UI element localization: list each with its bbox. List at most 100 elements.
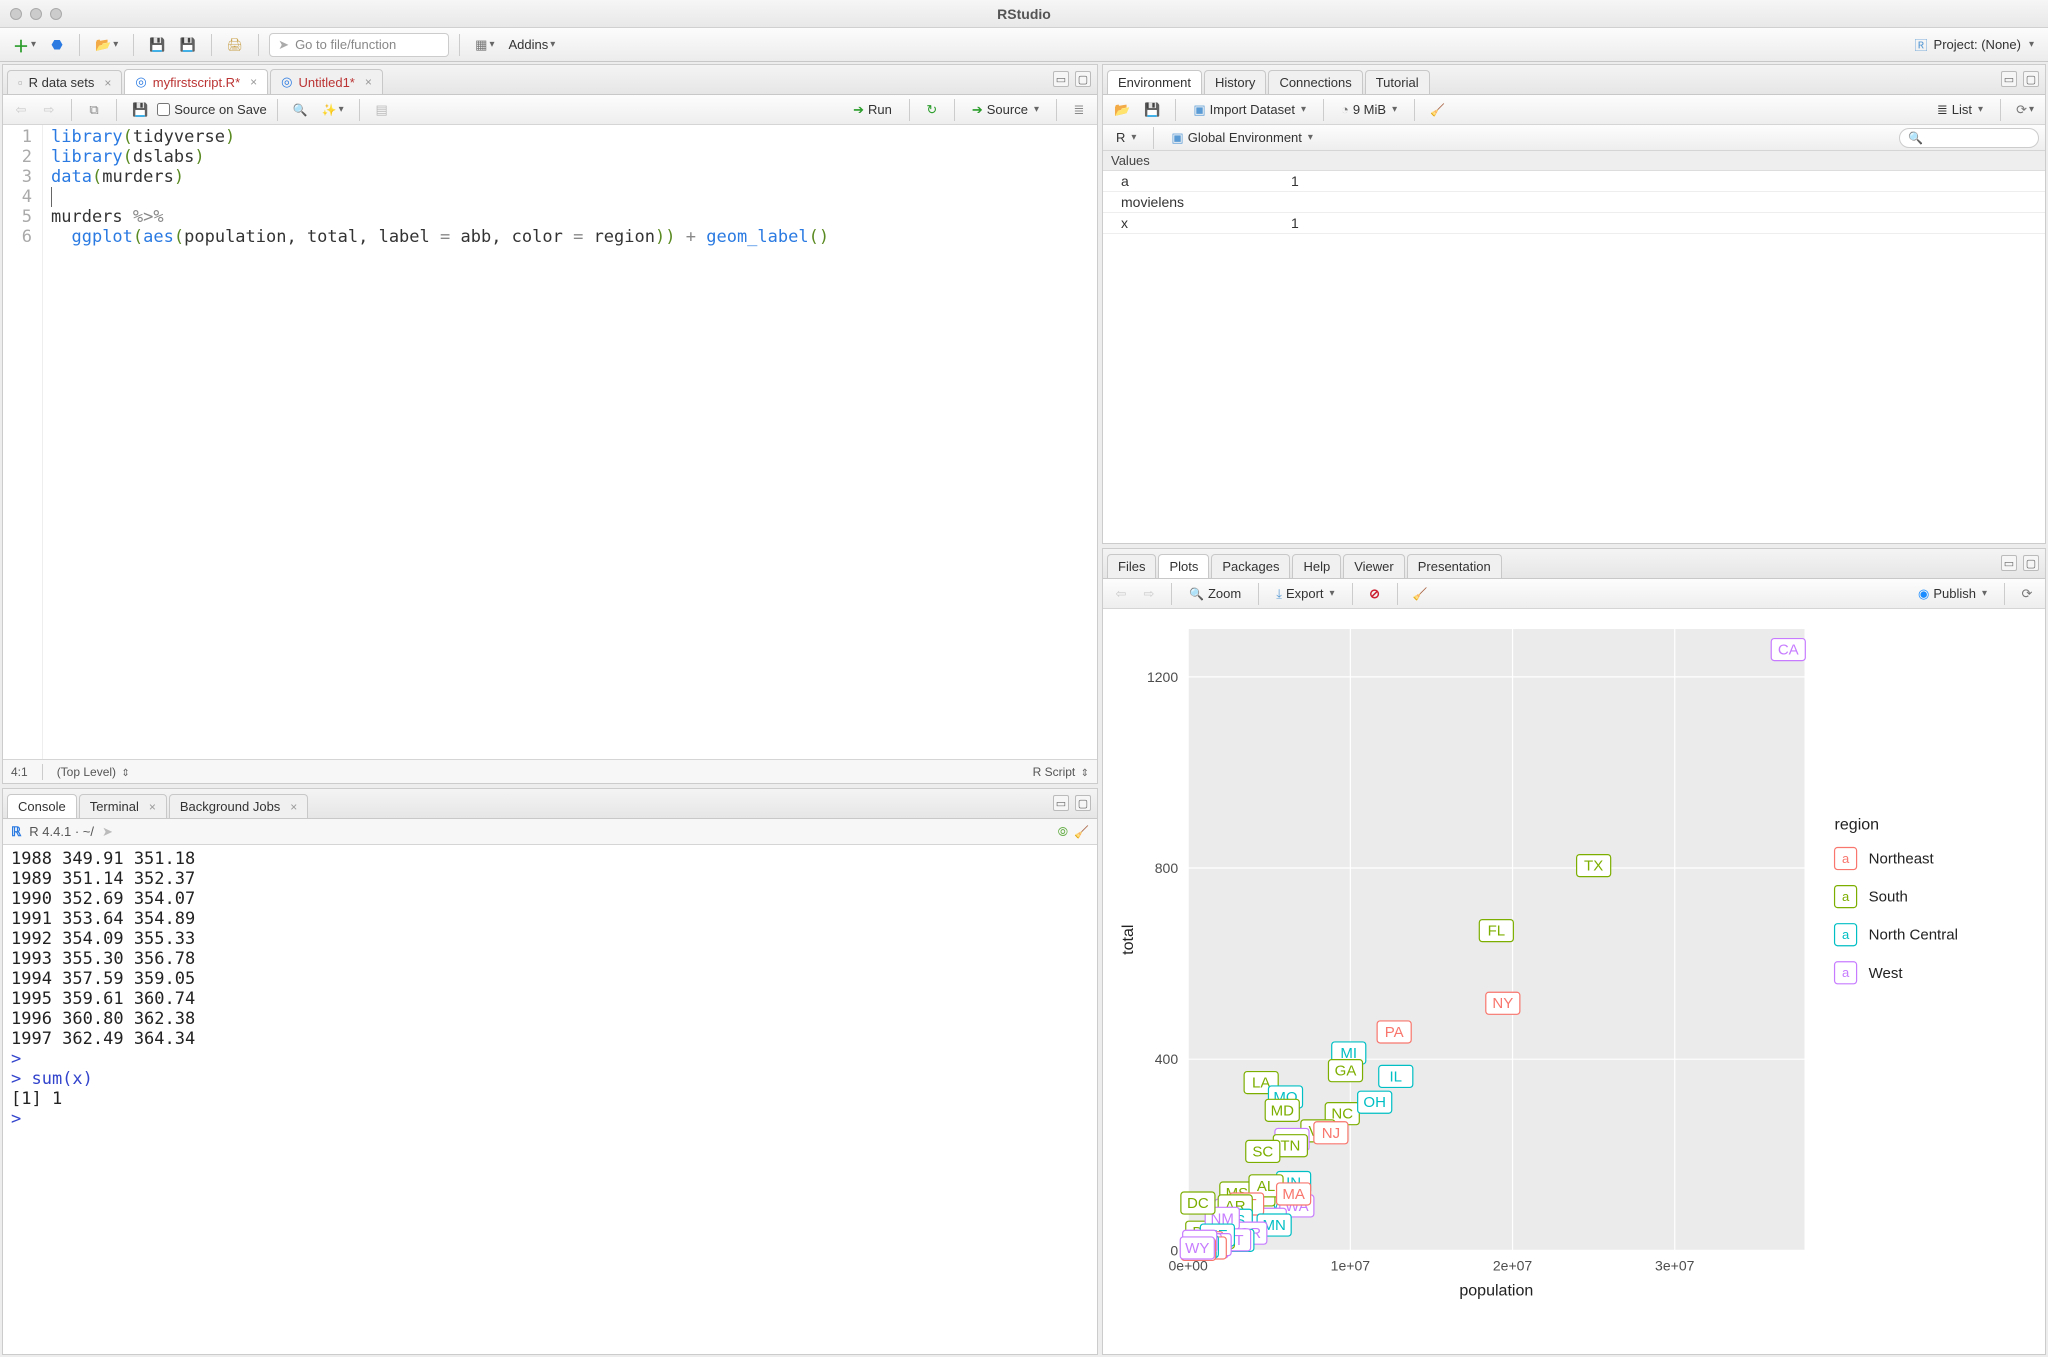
save-button[interactable]: 💾 [144, 33, 170, 57]
env-scope-picker[interactable]: Global Environment▾ [1164, 127, 1320, 149]
goto-file-input[interactable]: ➤ Go to file/function [269, 33, 449, 57]
env-row[interactable]: x1 [1103, 213, 2045, 234]
env-toolbar: 📂 💾 Import Dataset▾ 9 MiB▾ ≣ List▾ ▾ [1103, 95, 2045, 125]
maximize-plots-icon[interactable]: ▢ [2023, 555, 2039, 571]
minimize-console-icon[interactable]: ▭ [1053, 795, 1069, 811]
svg-text:400: 400 [1155, 1051, 1179, 1067]
project-label: Project: (None) [1934, 37, 2021, 52]
project-picker[interactable]: 🅁 Project: (None) ▾ [1909, 33, 2040, 56]
find-button[interactable] [288, 98, 313, 122]
source-tab[interactable]: ▫ R data sets× [7, 70, 122, 94]
rerun-button[interactable]: ↻ [920, 98, 944, 122]
env-tabs: EnvironmentHistoryConnectionsTutorial ▭ … [1103, 65, 2045, 95]
plots-tab[interactable]: Help [1292, 554, 1341, 578]
env-section-header: Values [1103, 151, 2045, 171]
svg-text:population: population [1459, 1281, 1533, 1299]
svg-text:North Central: North Central [1869, 927, 1958, 944]
addins-button[interactable]: Addins▾ [503, 33, 560, 57]
env-table: a1movielensx1 [1103, 171, 2045, 543]
memory-usage[interactable]: 9 MiB▾ [1334, 99, 1404, 120]
window-title: RStudio [0, 6, 2048, 22]
plot-canvas: 0e+001e+072e+073e+0704008001200populatio… [1103, 609, 2045, 1354]
plots-tab[interactable]: Files [1107, 554, 1156, 578]
plots-tab[interactable]: Viewer [1343, 554, 1405, 578]
console-tab[interactable]: Terminal× [79, 794, 167, 818]
save-source-button[interactable]: 💾 [127, 98, 153, 122]
console-version: R 4.4.1 · ~/ [29, 824, 94, 839]
scope-picker[interactable]: (Top Level) ⇕ [57, 765, 130, 779]
env-tab[interactable]: Connections [1268, 70, 1362, 94]
plots-tab[interactable]: Packages [1211, 554, 1290, 578]
minimize-plots-icon[interactable]: ▭ [2001, 555, 2017, 571]
plots-tab[interactable]: Presentation [1407, 554, 1502, 578]
svg-text:2e+07: 2e+07 [1493, 1257, 1533, 1273]
env-tab[interactable]: History [1204, 70, 1266, 94]
env-language-picker[interactable]: R▾ [1109, 127, 1143, 148]
back-button[interactable]: ⇦ [9, 98, 33, 122]
clear-plots-button[interactable] [1408, 582, 1433, 606]
plots-tab[interactable]: Plots [1158, 554, 1209, 578]
console-path-arrow-icon[interactable]: ➤ [102, 824, 113, 840]
view-mode-button[interactable]: ≣ List▾ [1930, 99, 1990, 121]
maximize-env-icon[interactable]: ▢ [2023, 71, 2039, 87]
close-tab-icon[interactable]: × [250, 75, 257, 89]
refresh-plot-button[interactable] [2015, 582, 2039, 606]
export-plot-button[interactable]: ⤓ Export▾ [1269, 583, 1341, 605]
source-button[interactable]: ➔Source▾ [965, 99, 1046, 121]
open-file-button[interactable]: 📂▾ [90, 33, 123, 57]
import-dataset-button[interactable]: Import Dataset▾ [1186, 99, 1313, 121]
source-on-save-checkbox[interactable]: Source on Save [157, 102, 267, 117]
clear-workspace-button[interactable] [1425, 98, 1450, 122]
outline-button[interactable]: ≣ [1067, 98, 1091, 122]
print-button[interactable]: 🖨 [222, 33, 249, 57]
env-tab[interactable]: Environment [1107, 70, 1202, 94]
close-tab-icon[interactable]: × [290, 800, 297, 814]
refresh-env-button[interactable]: ▾ [2011, 98, 2039, 122]
file-type-picker[interactable]: R Script ⇕ [1033, 765, 1089, 779]
source-tab[interactable]: ◎ myfirstscript.R*× [124, 69, 268, 94]
next-plot-button[interactable]: ⇨ [1137, 582, 1161, 606]
maximize-pane-icon[interactable]: ▢ [1075, 71, 1091, 87]
env-row[interactable]: a1 [1103, 171, 2045, 192]
svg-text:IL: IL [1390, 1068, 1403, 1085]
run-button[interactable]: ➔Run [846, 99, 899, 121]
console-tab[interactable]: Console [7, 794, 77, 818]
compile-report-button[interactable]: ▤ [370, 98, 394, 122]
svg-text:NY: NY [1492, 995, 1513, 1012]
env-search-input[interactable] [1899, 128, 2039, 148]
main-toolbar: ＋▾ ⬣ 📂▾ 💾 💾 🖨 ➤ Go to file/function ▾ Ad… [0, 28, 2048, 62]
maximize-console-icon[interactable]: ▢ [1075, 795, 1091, 811]
load-workspace-button[interactable]: 📂 [1109, 98, 1135, 122]
save-workspace-button[interactable]: 💾 [1139, 98, 1165, 122]
svg-text:region: region [1835, 815, 1880, 833]
console-tabs: ConsoleTerminal×Background Jobs× ▭ ▢ [3, 789, 1097, 819]
show-in-new-window-button[interactable]: ⧉ [82, 98, 106, 122]
code-tools-button[interactable]: ▾ [317, 98, 349, 122]
console-gc-icon[interactable]: ⦾ [1058, 824, 1068, 840]
minimize-env-icon[interactable]: ▭ [2001, 71, 2017, 87]
console-clear-icon[interactable] [1074, 824, 1089, 840]
close-tab-icon[interactable]: × [149, 800, 156, 814]
svg-text:800: 800 [1155, 860, 1179, 876]
svg-text:SC: SC [1252, 1143, 1273, 1160]
console-output[interactable]: 1988 349.91 351.181989 351.14 352.371990… [3, 845, 1097, 1354]
prev-plot-button[interactable]: ⇦ [1109, 582, 1133, 606]
svg-text:West: West [1869, 965, 1904, 982]
save-all-button[interactable]: 💾 [174, 33, 200, 57]
zoom-plot-button[interactable]: Zoom [1182, 583, 1248, 604]
new-project-button[interactable]: ⬣ [45, 33, 69, 57]
close-tab-icon[interactable]: × [104, 76, 111, 90]
env-row[interactable]: movielens [1103, 192, 2045, 213]
source-editor[interactable]: 123456 library(tidyverse)library(dslabs)… [3, 125, 1097, 759]
minimize-pane-icon[interactable]: ▭ [1053, 71, 1069, 87]
remove-plot-button[interactable]: ⊘ [1363, 582, 1387, 606]
source-tab[interactable]: ◎ Untitled1*× [270, 69, 383, 94]
new-file-button[interactable]: ＋▾ [8, 33, 41, 57]
forward-button[interactable]: ⇨ [37, 98, 61, 122]
close-tab-icon[interactable]: × [365, 75, 372, 89]
env-tab[interactable]: Tutorial [1365, 70, 1430, 94]
svg-text:Northeast: Northeast [1869, 851, 1935, 868]
console-tab[interactable]: Background Jobs× [169, 794, 308, 818]
publish-plot-button[interactable]: Publish▾ [1911, 583, 1994, 605]
panes-button[interactable]: ▾ [470, 33, 499, 57]
